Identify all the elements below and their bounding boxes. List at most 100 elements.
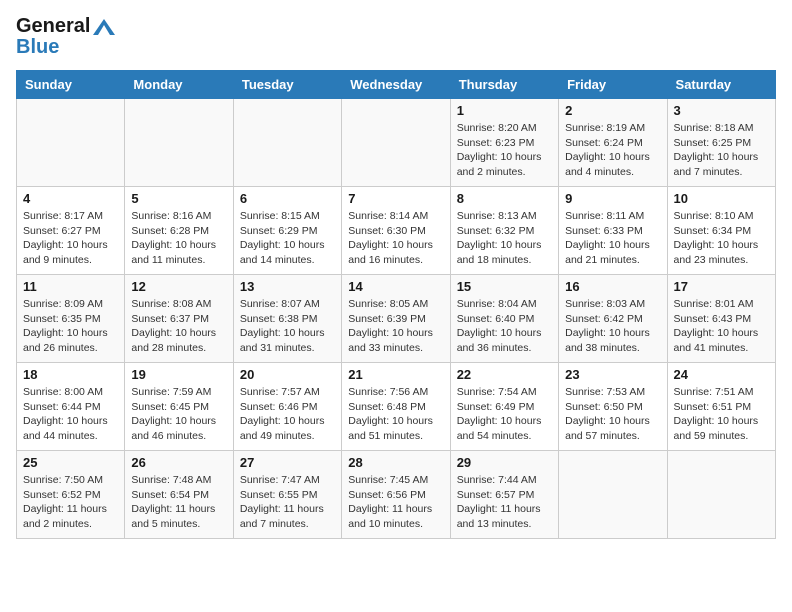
day-info: Sunrise: 7:53 AMSunset: 6:50 PMDaylight:…: [565, 385, 660, 444]
day-info: Sunrise: 8:18 AMSunset: 6:25 PMDaylight:…: [674, 121, 769, 180]
day-info: Sunrise: 8:13 AMSunset: 6:32 PMDaylight:…: [457, 209, 552, 268]
day-info: Sunrise: 7:44 AMSunset: 6:57 PMDaylight:…: [457, 473, 552, 532]
day-number: 19: [131, 367, 226, 382]
logo-blue: Blue: [16, 37, 117, 58]
calendar-cell: 6 Sunrise: 8:15 AMSunset: 6:29 PMDaylight…: [233, 187, 341, 275]
week-row-3: 11 Sunrise: 8:09 AMSunset: 6:35 PMDayligh…: [17, 275, 776, 363]
calendar-cell: 20Sunrise: 7:57 AMSunset: 6:46 PMDayligh…: [233, 363, 341, 451]
day-info: Sunrise: 8:00 AMSunset: 6:44 PMDaylight:…: [23, 385, 118, 444]
logo: General Blue: [16, 16, 117, 58]
calendar-cell: 4 Sunrise: 8:17 AMSunset: 6:27 PMDaylight…: [17, 187, 125, 275]
day-info: Sunrise: 7:57 AMSunset: 6:46 PMDaylight:…: [240, 385, 335, 444]
day-number: 6: [240, 191, 335, 206]
week-row-1: 1 Sunrise: 8:20 AMSunset: 6:23 PMDaylight…: [17, 99, 776, 187]
calendar-cell: 24 Sunrise: 7:51 AMSunset: 6:51 PMDayligh…: [667, 363, 775, 451]
page-header: General Blue: [16, 16, 776, 58]
day-info: Sunrise: 8:19 AMSunset: 6:24 PMDaylight:…: [565, 121, 660, 180]
header-day-sunday: Sunday: [17, 71, 125, 99]
calendar-body: 1 Sunrise: 8:20 AMSunset: 6:23 PMDaylight…: [17, 99, 776, 539]
day-info: Sunrise: 7:45 AMSunset: 6:56 PMDaylight:…: [348, 473, 443, 532]
day-number: 10: [674, 191, 769, 206]
calendar-cell: [125, 99, 233, 187]
day-number: 28: [348, 455, 443, 470]
logo-text: General: [16, 16, 117, 37]
day-number: 16: [565, 279, 660, 294]
day-number: 22: [457, 367, 552, 382]
day-number: 27: [240, 455, 335, 470]
calendar-cell: 25Sunrise: 7:50 AMSunset: 6:52 PMDayligh…: [17, 451, 125, 539]
calendar-cell: 28 Sunrise: 7:45 AMSunset: 6:56 PMDayligh…: [342, 451, 450, 539]
day-number: 1: [457, 103, 552, 118]
header-day-thursday: Thursday: [450, 71, 558, 99]
calendar-cell: 15 Sunrise: 8:04 AMSunset: 6:40 PMDayligh…: [450, 275, 558, 363]
week-row-5: 25Sunrise: 7:50 AMSunset: 6:52 PMDayligh…: [17, 451, 776, 539]
day-info: Sunrise: 8:14 AMSunset: 6:30 PMDaylight:…: [348, 209, 443, 268]
day-info: Sunrise: 8:15 AMSunset: 6:29 PMDaylight:…: [240, 209, 335, 268]
day-info: Sunrise: 8:01 AMSunset: 6:43 PMDaylight:…: [674, 297, 769, 356]
day-info: Sunrise: 7:54 AMSunset: 6:49 PMDaylight:…: [457, 385, 552, 444]
calendar-cell: 2 Sunrise: 8:19 AMSunset: 6:24 PMDaylight…: [559, 99, 667, 187]
logo-icon: [91, 17, 117, 37]
week-row-2: 4 Sunrise: 8:17 AMSunset: 6:27 PMDaylight…: [17, 187, 776, 275]
day-number: 4: [23, 191, 118, 206]
day-number: 5: [131, 191, 226, 206]
day-info: Sunrise: 7:59 AMSunset: 6:45 PMDaylight:…: [131, 385, 226, 444]
header-row: SundayMondayTuesdayWednesdayThursdayFrid…: [17, 71, 776, 99]
day-info: Sunrise: 7:51 AMSunset: 6:51 PMDaylight:…: [674, 385, 769, 444]
header-day-monday: Monday: [125, 71, 233, 99]
day-info: Sunrise: 8:10 AMSunset: 6:34 PMDaylight:…: [674, 209, 769, 268]
calendar-cell: 27Sunrise: 7:47 AMSunset: 6:55 PMDayligh…: [233, 451, 341, 539]
day-number: 18: [23, 367, 118, 382]
calendar-cell: 29 Sunrise: 7:44 AMSunset: 6:57 PMDayligh…: [450, 451, 558, 539]
day-info: Sunrise: 8:04 AMSunset: 6:40 PMDaylight:…: [457, 297, 552, 356]
day-number: 29: [457, 455, 552, 470]
day-info: Sunrise: 8:16 AMSunset: 6:28 PMDaylight:…: [131, 209, 226, 268]
day-info: Sunrise: 8:20 AMSunset: 6:23 PMDaylight:…: [457, 121, 552, 180]
calendar-cell: 16 Sunrise: 8:03 AMSunset: 6:42 PMDayligh…: [559, 275, 667, 363]
calendar-cell: 14Sunrise: 8:05 AMSunset: 6:39 PMDayligh…: [342, 275, 450, 363]
day-number: 14: [348, 279, 443, 294]
calendar-cell: 12 Sunrise: 8:08 AMSunset: 6:37 PMDayligh…: [125, 275, 233, 363]
header-day-wednesday: Wednesday: [342, 71, 450, 99]
calendar-cell: 18 Sunrise: 8:00 AMSunset: 6:44 PMDayligh…: [17, 363, 125, 451]
day-info: Sunrise: 8:03 AMSunset: 6:42 PMDaylight:…: [565, 297, 660, 356]
day-number: 15: [457, 279, 552, 294]
day-number: 9: [565, 191, 660, 206]
day-number: 13: [240, 279, 335, 294]
calendar-cell: 23 Sunrise: 7:53 AMSunset: 6:50 PMDayligh…: [559, 363, 667, 451]
calendar-cell: 5 Sunrise: 8:16 AMSunset: 6:28 PMDaylight…: [125, 187, 233, 275]
day-number: 2: [565, 103, 660, 118]
calendar-cell: 9 Sunrise: 8:11 AMSunset: 6:33 PMDaylight…: [559, 187, 667, 275]
day-number: 26: [131, 455, 226, 470]
calendar-cell: 11 Sunrise: 8:09 AMSunset: 6:35 PMDayligh…: [17, 275, 125, 363]
calendar-cell: [233, 99, 341, 187]
day-number: 11: [23, 279, 118, 294]
day-info: Sunrise: 8:17 AMSunset: 6:27 PMDaylight:…: [23, 209, 118, 268]
day-number: 21: [348, 367, 443, 382]
day-number: 8: [457, 191, 552, 206]
day-info: Sunrise: 8:08 AMSunset: 6:37 PMDaylight:…: [131, 297, 226, 356]
calendar-cell: 3Sunrise: 8:18 AMSunset: 6:25 PMDaylight…: [667, 99, 775, 187]
day-info: Sunrise: 8:09 AMSunset: 6:35 PMDaylight:…: [23, 297, 118, 356]
calendar-cell: [559, 451, 667, 539]
day-number: 23: [565, 367, 660, 382]
calendar-header: SundayMondayTuesdayWednesdayThursdayFrid…: [17, 71, 776, 99]
calendar-cell: 10 Sunrise: 8:10 AMSunset: 6:34 PMDayligh…: [667, 187, 775, 275]
day-number: 12: [131, 279, 226, 294]
day-info: Sunrise: 7:50 AMSunset: 6:52 PMDaylight:…: [23, 473, 118, 532]
week-row-4: 18 Sunrise: 8:00 AMSunset: 6:44 PMDayligh…: [17, 363, 776, 451]
header-day-saturday: Saturday: [667, 71, 775, 99]
calendar-cell: 7Sunrise: 8:14 AMSunset: 6:30 PMDaylight…: [342, 187, 450, 275]
day-number: 24: [674, 367, 769, 382]
calendar-cell: 1 Sunrise: 8:20 AMSunset: 6:23 PMDaylight…: [450, 99, 558, 187]
calendar-cell: 22 Sunrise: 7:54 AMSunset: 6:49 PMDayligh…: [450, 363, 558, 451]
calendar-cell: [17, 99, 125, 187]
day-number: 17: [674, 279, 769, 294]
day-info: Sunrise: 8:07 AMSunset: 6:38 PMDaylight:…: [240, 297, 335, 356]
day-info: Sunrise: 8:11 AMSunset: 6:33 PMDaylight:…: [565, 209, 660, 268]
day-info: Sunrise: 7:48 AMSunset: 6:54 PMDaylight:…: [131, 473, 226, 532]
day-info: Sunrise: 7:56 AMSunset: 6:48 PMDaylight:…: [348, 385, 443, 444]
calendar-cell: 21 Sunrise: 7:56 AMSunset: 6:48 PMDayligh…: [342, 363, 450, 451]
calendar-cell: 26 Sunrise: 7:48 AMSunset: 6:54 PMDayligh…: [125, 451, 233, 539]
calendar-table: SundayMondayTuesdayWednesdayThursdayFrid…: [16, 70, 776, 539]
